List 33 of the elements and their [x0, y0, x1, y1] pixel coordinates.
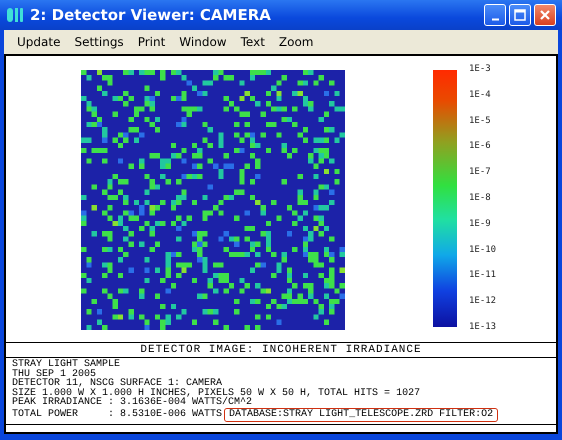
info-line: THU SEP 1 2005: [12, 370, 96, 379]
menu-item[interactable]: Settings: [67, 35, 131, 49]
maximize-button[interactable]: [509, 4, 531, 26]
minimize-icon: [492, 18, 498, 20]
window-title: 2: Detector Viewer: CAMERA: [30, 6, 272, 24]
colorbar-label: 1E-6: [469, 140, 492, 152]
info-line: DETECTOR 11, NSCG SURFACE 1: CAMERA: [12, 379, 222, 388]
app-icon: [6, 6, 24, 24]
colorbar-label: 1E-3: [469, 63, 492, 75]
colorbar-label: 1E-5: [469, 114, 492, 127]
highlighted-note: DATABASE:STRAY LIGHT_TELESCOPE.ZRD FILTER:O2: [224, 408, 498, 422]
maximize-icon: [514, 9, 526, 21]
menu-item[interactable]: Print: [130, 35, 172, 49]
colorbar-label: 1E-9: [469, 218, 492, 230]
info-line: TOTAL POWER : 8.5310E-006 WATTS: [12, 410, 222, 420]
info-line: PEAK IRRADIANCE : 3.1636E-004 WATTS/CM^2: [12, 398, 252, 408]
colorbar-label: 1E-10: [469, 244, 496, 256]
colorbar-label: 1E-12: [469, 295, 496, 308]
colorbar-label: 1E-8: [469, 192, 492, 204]
caption: DETECTOR IMAGE: INCOHERENT IRRADIANCE: [6, 342, 556, 358]
colorbar-label: 1E-13: [469, 320, 496, 333]
colorbar-label: 1E-4: [469, 88, 492, 101]
close-icon: [539, 9, 551, 21]
menu-item[interactable]: Text: [234, 35, 272, 49]
close-button[interactable]: [534, 4, 556, 26]
menu-item[interactable]: Window: [172, 35, 234, 49]
menu-item[interactable]: Update: [10, 35, 68, 49]
info-line: SIZE 1.000 W X 1.000 H INCHES, PIXELS 50 W X 50 H, TOTAL HITS = 1027: [12, 388, 420, 398]
colorbar-label: 1E-11: [469, 269, 496, 282]
info-line: STRAY LIGHT SAMPLE: [12, 360, 120, 370]
colorbar-label: 1E-7: [469, 166, 492, 178]
menu-item[interactable]: Zoom: [272, 35, 320, 49]
minimize-button[interactable]: [484, 4, 506, 26]
